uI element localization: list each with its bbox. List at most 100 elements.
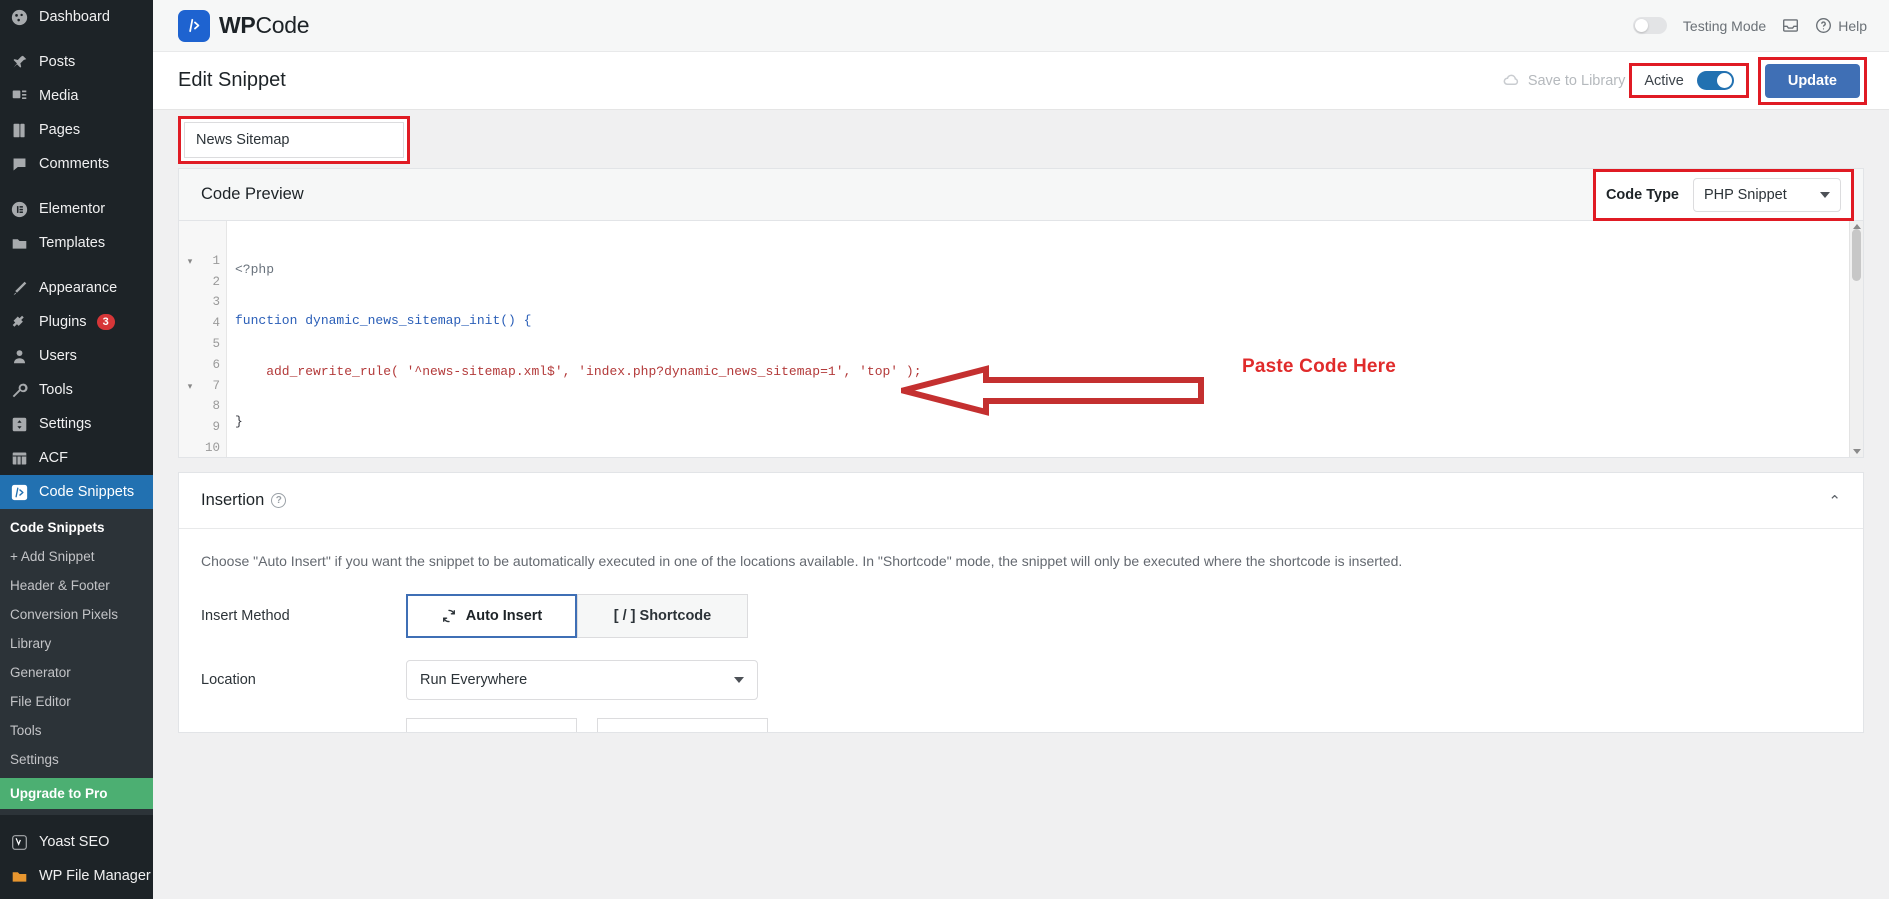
- update-button[interactable]: Update: [1764, 63, 1860, 98]
- fold-blank: [179, 396, 201, 417]
- sidebar-separator: [0, 34, 153, 45]
- sidebar-item-label: Posts: [39, 54, 76, 70]
- sidebar-item-templates[interactable]: Templates: [0, 226, 153, 260]
- sidebar-item-label: Users: [39, 348, 77, 364]
- submenu-item-conversion-pixels[interactable]: Conversion Pixels: [0, 600, 153, 629]
- sidebar-item-dashboard[interactable]: Dashboard: [0, 0, 153, 34]
- code-snippets-icon: [9, 482, 29, 502]
- sidebar-item-acf[interactable]: ACF: [0, 441, 153, 475]
- sidebar-item-pages[interactable]: Pages: [0, 113, 153, 147]
- insertion-description: Choose "Auto Insert" if you want the sni…: [201, 553, 1403, 569]
- submenu-item-tools[interactable]: Tools: [0, 716, 153, 745]
- chevron-up-icon[interactable]: ⌃: [1828, 492, 1841, 510]
- sidebar-item-label: Comments: [39, 156, 110, 172]
- refresh-icon: [442, 609, 455, 623]
- sidebar-item-wp-file-manager[interactable]: WP File Manager: [0, 859, 153, 893]
- scrollbar-thumb[interactable]: [1852, 229, 1861, 281]
- line-number: [201, 230, 220, 251]
- peek-control-left[interactable]: [406, 718, 577, 732]
- code-type-highlight: Code Type PHP Snippet: [1592, 168, 1854, 221]
- page-title: Edit Snippet: [178, 69, 286, 91]
- wpcode-logo-mark-icon: [178, 9, 210, 42]
- sidebar-item-label: Settings: [39, 416, 92, 432]
- question-circle-icon: [1816, 18, 1832, 33]
- insert-method-group: Auto Insert [ / ] Shortcode: [406, 594, 748, 638]
- fold-blank: [179, 334, 201, 355]
- code-line: function dynamic_news_sitemap_init() {: [235, 311, 1863, 332]
- settings-icon: [9, 414, 29, 434]
- code-fold-column: ▾ ▾: [179, 221, 201, 457]
- code-editor-scrollbar[interactable]: [1849, 221, 1863, 457]
- insertion-card: Insertion ? ⌃ Choose "Auto Insert" if yo…: [178, 472, 1864, 733]
- sidebar-item-media[interactable]: Media: [0, 79, 153, 113]
- help-tooltip-icon[interactable]: ?: [271, 493, 287, 508]
- sidebar-item-label: ACF: [39, 450, 68, 466]
- line-number: 7: [212, 378, 220, 393]
- sidebar-item-label: Media: [39, 88, 79, 104]
- shortcode-button[interactable]: [ / ] Shortcode: [577, 594, 748, 638]
- code-line-text: }: [235, 414, 243, 430]
- sidebar-item-settings[interactable]: Settings: [0, 407, 153, 441]
- save-to-library-button[interactable]: Save to Library: [1502, 71, 1625, 90]
- sidebar-item-posts[interactable]: Posts: [0, 45, 153, 79]
- code-line: <?php: [235, 260, 1863, 281]
- sidebar-item-code-snippets[interactable]: Code Snippets: [0, 475, 153, 509]
- snippet-title-highlight: [178, 116, 410, 164]
- elementor-icon: [9, 199, 29, 219]
- submenu-item-library[interactable]: Library: [0, 629, 153, 658]
- plugins-icon: [9, 312, 29, 332]
- line-number: 2: [212, 274, 220, 289]
- submenu-item-add-snippet[interactable]: + Add Snippet: [0, 542, 153, 571]
- sidebar-item-elementor[interactable]: Elementor: [0, 192, 153, 226]
- scroll-down-arrow-icon[interactable]: [1853, 449, 1861, 454]
- sidebar-item-label: Dashboard: [39, 9, 110, 25]
- shortcode-label: [ / ] Shortcode: [613, 608, 712, 624]
- plugins-update-badge: 3: [96, 314, 115, 330]
- code-type-value: PHP Snippet: [1704, 186, 1787, 203]
- sidebar-item-appearance[interactable]: Appearance: [0, 271, 153, 305]
- testing-mode-toggle[interactable]: [1632, 17, 1667, 34]
- fold-toggle-line-1[interactable]: ▾: [179, 251, 201, 272]
- peek-control-right[interactable]: [597, 718, 768, 732]
- snippet-active-toggle[interactable]: [1696, 71, 1734, 90]
- chevron-down-icon: [734, 677, 744, 683]
- sidebar-item-comments[interactable]: Comments: [0, 147, 153, 181]
- auto-insert-label: Auto Insert: [465, 608, 543, 624]
- code-type-select[interactable]: PHP Snippet: [1693, 177, 1841, 212]
- auto-insert-button[interactable]: Auto Insert: [406, 594, 577, 638]
- fold-blank: [179, 313, 201, 334]
- sidebar-item-users[interactable]: Users: [0, 339, 153, 373]
- help-label: Help: [1838, 17, 1867, 34]
- sidebar-item-tools[interactable]: Tools: [0, 373, 153, 407]
- sidebar-item-label: WP File Manager: [39, 868, 151, 884]
- submenu-item-upgrade-to-pro[interactable]: Upgrade to Pro: [0, 778, 153, 809]
- location-select[interactable]: Run Everywhere: [406, 660, 758, 700]
- sidebar-item-yoast-seo[interactable]: Yoast SEO: [0, 825, 153, 859]
- code-preview-title: Code Preview: [201, 185, 304, 203]
- code-preview-header: Code Preview Code Type PHP Snippet: [179, 168, 1863, 221]
- sidebar-item-label: Pages: [39, 122, 81, 138]
- inbox-icon[interactable]: [1782, 17, 1799, 34]
- wpcode-topbar: WPCode Testing Mode Help: [153, 0, 1889, 52]
- sidebar-item-plugins[interactable]: Plugins 3: [0, 305, 153, 339]
- submenu-item-generator[interactable]: Generator: [0, 658, 153, 687]
- snippet-title-input[interactable]: [184, 122, 404, 158]
- line-number: 5: [212, 336, 220, 351]
- submenu-item-settings[interactable]: Settings: [0, 745, 153, 774]
- testing-mode-label: Testing Mode: [1682, 17, 1767, 34]
- topbar-right-controls: Testing Mode Help: [1632, 17, 1867, 34]
- acf-icon: [9, 448, 29, 468]
- sidebar-item-label: Plugins: [39, 314, 87, 330]
- code-snippets-submenu: Code Snippets + Add Snippet Header & Foo…: [0, 509, 153, 815]
- sidebar-item-label: Elementor: [39, 201, 106, 217]
- code-text-area[interactable]: <?php function dynamic_news_sitemap_init…: [227, 221, 1863, 457]
- sidebar-item-label: Tools: [39, 382, 73, 398]
- logo-light: Code: [255, 12, 310, 38]
- code-editor[interactable]: ▾ ▾ 1 2 3 4 5 6 7 8 9 10 <?php function …: [179, 221, 1863, 457]
- insertion-header[interactable]: Insertion ? ⌃: [179, 473, 1863, 529]
- submenu-item-header-footer[interactable]: Header & Footer: [0, 571, 153, 600]
- fold-toggle-line-7[interactable]: ▾: [179, 376, 201, 397]
- submenu-item-code-snippets[interactable]: Code Snippets: [0, 513, 153, 542]
- help-button[interactable]: Help: [1815, 17, 1867, 34]
- submenu-item-file-editor[interactable]: File Editor: [0, 687, 153, 716]
